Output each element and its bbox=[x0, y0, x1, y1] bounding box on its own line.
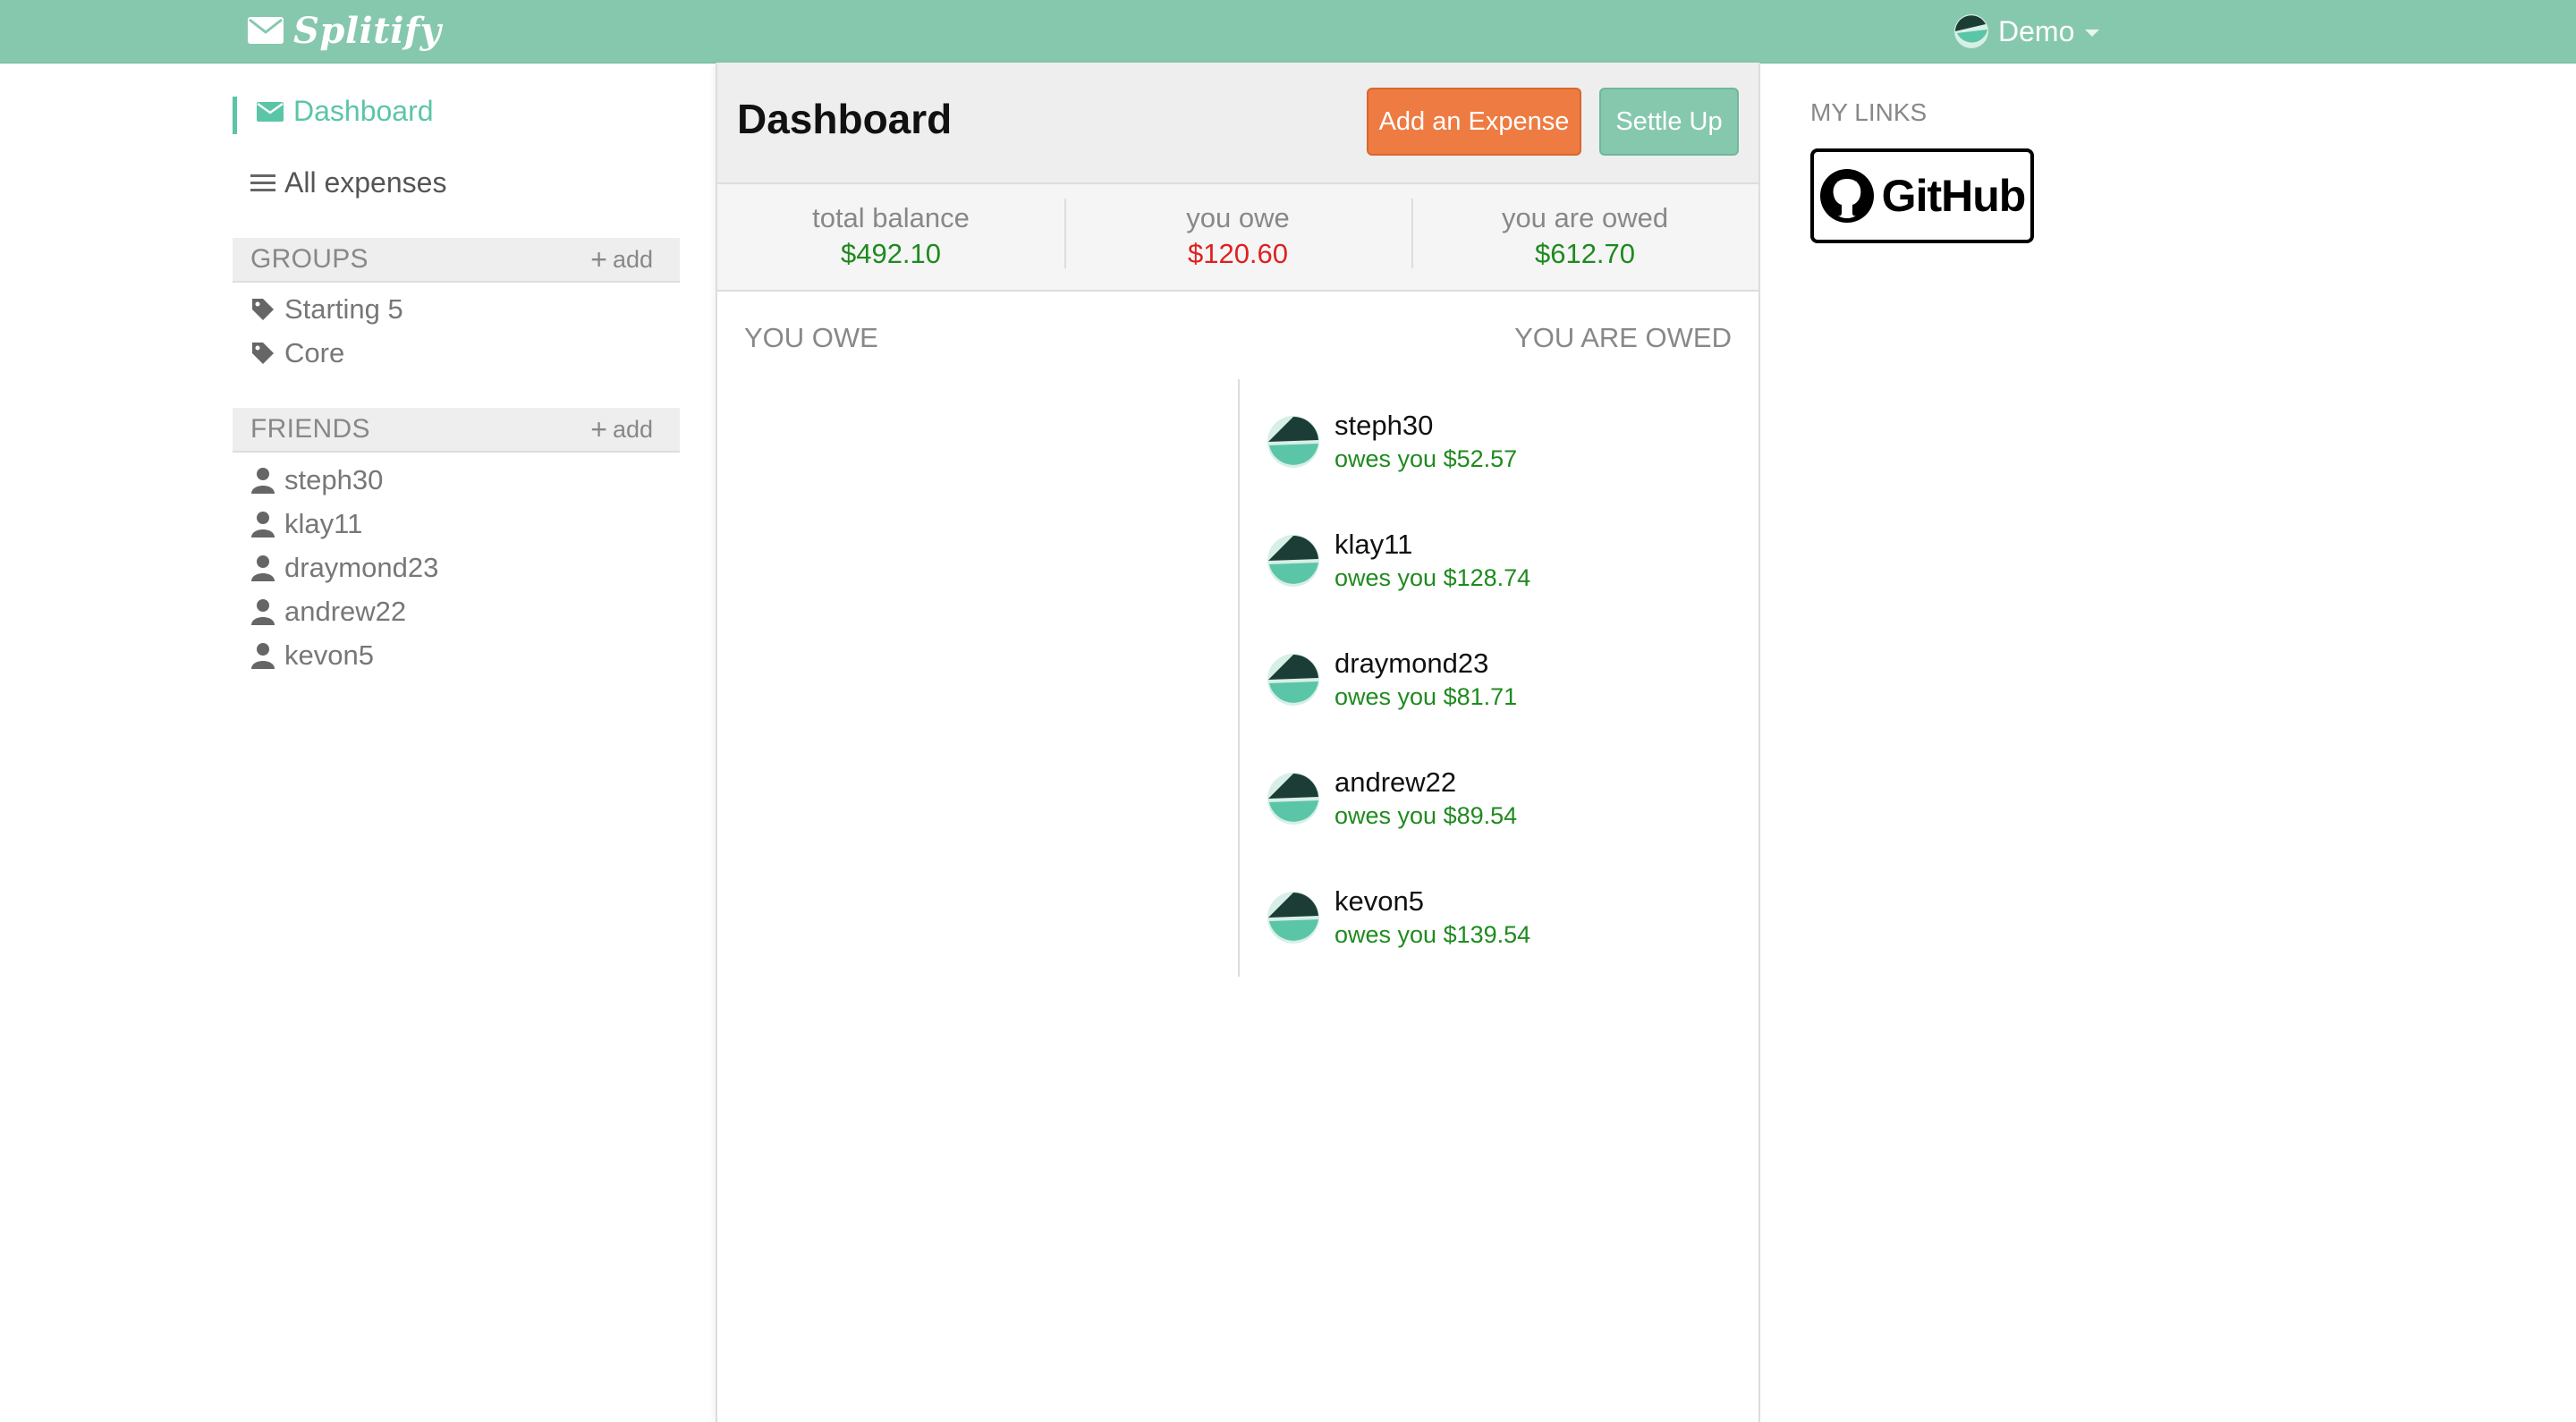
owed-friend-row[interactable]: draymond23 owes you $81.71 bbox=[1267, 648, 1517, 711]
friends-section-header: FRIENDS + add bbox=[233, 408, 680, 453]
owed-amount: owes you $81.71 bbox=[1335, 683, 1518, 710]
user-icon bbox=[251, 555, 275, 581]
you-are-owed-heading: YOU ARE OWED bbox=[1514, 322, 1732, 353]
owed-friend-row[interactable]: andrew22 owes you $89.54 bbox=[1267, 766, 1517, 830]
owed-friend-row[interactable]: klay11 owes you $128.74 bbox=[1267, 529, 1530, 592]
column-divider bbox=[1238, 379, 1240, 977]
friend-label: andrew22 bbox=[284, 596, 407, 627]
groups-section-header: GROUPS + add bbox=[233, 238, 680, 283]
github-icon bbox=[1819, 169, 1874, 223]
top-navbar: Splitify Demo bbox=[0, 0, 2576, 63]
sidebar-item-label: Dashboard bbox=[293, 95, 434, 127]
avatar-icon bbox=[1267, 415, 1319, 468]
user-name: Demo bbox=[1998, 14, 2075, 47]
plus-icon: + bbox=[590, 413, 607, 445]
tag-icon bbox=[252, 299, 274, 320]
owed-amount: owes you $139.54 bbox=[1335, 921, 1531, 948]
sidebar-friend-item[interactable]: steph30 bbox=[250, 464, 383, 496]
balance-label: you owe bbox=[1186, 202, 1290, 233]
total-balance: total balance $492.10 bbox=[717, 184, 1064, 290]
avatar-icon bbox=[1267, 772, 1319, 825]
owed-amount: owes you $89.54 bbox=[1335, 802, 1518, 829]
envelope-icon bbox=[257, 101, 284, 122]
friend-label: kevon5 bbox=[284, 639, 374, 671]
balance-value: $612.70 bbox=[1534, 238, 1636, 269]
active-indicator bbox=[233, 97, 237, 134]
plus-icon: + bbox=[590, 243, 607, 275]
you-are-owed-balance: you are owed $612.70 bbox=[1411, 184, 1758, 290]
friend-label: klay11 bbox=[284, 508, 363, 539]
you-owe-heading: YOU OWE bbox=[744, 322, 878, 353]
user-icon bbox=[251, 599, 275, 625]
friend-name: andrew22 bbox=[1335, 766, 1457, 798]
main-panel: Dashboard Add an Expense Settle Up total… bbox=[716, 63, 1760, 1422]
settle-up-button[interactable]: Settle Up bbox=[1599, 88, 1739, 156]
balance-label: total balance bbox=[812, 202, 970, 233]
github-label: GitHub bbox=[1881, 171, 2027, 221]
group-label: Starting 5 bbox=[284, 293, 403, 325]
groups-title: GROUPS bbox=[250, 244, 369, 274]
brand-name: Splitify bbox=[293, 9, 442, 52]
sidebar-friend-item[interactable]: andrew22 bbox=[250, 596, 406, 628]
add-label: add bbox=[612, 245, 653, 273]
caret-down-icon bbox=[2085, 30, 2100, 37]
balance-label: you are owed bbox=[1501, 202, 1669, 233]
owed-friend-row[interactable]: kevon5 owes you $139.54 bbox=[1267, 885, 1530, 949]
avatar-icon bbox=[1267, 653, 1319, 706]
friends-title: FRIENDS bbox=[250, 414, 370, 444]
friend-name: klay11 bbox=[1335, 529, 1413, 560]
sidebar-friend-item[interactable]: kevon5 bbox=[250, 639, 374, 672]
balance-value: $492.10 bbox=[840, 238, 942, 269]
github-link[interactable]: GitHub bbox=[1810, 148, 2034, 243]
tag-icon bbox=[252, 343, 274, 364]
sidebar-group-item[interactable]: Core bbox=[250, 337, 344, 369]
sidebar-friend-item[interactable]: klay11 bbox=[250, 508, 362, 540]
user-icon bbox=[251, 468, 275, 494]
owed-friend-row[interactable]: steph30 owes you $52.57 bbox=[1267, 410, 1517, 473]
page-title: Dashboard bbox=[737, 96, 953, 142]
sidebar-item-all-expenses[interactable]: All expenses bbox=[250, 166, 446, 199]
owed-amount: owes you $52.57 bbox=[1335, 445, 1518, 472]
friend-name: steph30 bbox=[1335, 410, 1434, 441]
dashboard-header: Dashboard Add an Expense Settle Up bbox=[717, 63, 1758, 184]
add-label: add bbox=[612, 415, 653, 443]
avatar-icon bbox=[1954, 14, 1988, 48]
add-friend-button[interactable]: + add bbox=[590, 415, 653, 444]
user-icon bbox=[251, 643, 275, 669]
you-owe-balance: you owe $120.60 bbox=[1064, 184, 1411, 290]
friend-name: kevon5 bbox=[1335, 885, 1424, 917]
balance-summary: total balance $492.10 you owe $120.60 yo… bbox=[717, 184, 1758, 292]
group-label: Core bbox=[284, 337, 345, 368]
my-links-title: MY LINKS bbox=[1810, 98, 1928, 126]
friend-label: steph30 bbox=[284, 464, 384, 495]
friend-name: draymond23 bbox=[1335, 648, 1489, 679]
sidebar-group-item[interactable]: Starting 5 bbox=[250, 293, 403, 326]
avatar-icon bbox=[1267, 534, 1319, 587]
add-group-button[interactable]: + add bbox=[590, 245, 653, 274]
list-icon bbox=[250, 174, 275, 191]
user-menu-dropdown[interactable]: Demo bbox=[1953, 11, 2100, 52]
sidebar-item-label: All expenses bbox=[284, 166, 447, 199]
avatar-icon bbox=[1267, 891, 1319, 944]
sidebar-friend-item[interactable]: draymond23 bbox=[250, 552, 438, 584]
sidebar-item-dashboard[interactable]: Dashboard bbox=[256, 95, 434, 128]
envelope-icon bbox=[248, 17, 284, 44]
brand-logo[interactable]: Splitify bbox=[247, 7, 441, 54]
owed-amount: owes you $128.74 bbox=[1335, 564, 1531, 591]
add-expense-button[interactable]: Add an Expense bbox=[1367, 88, 1581, 156]
user-icon bbox=[251, 512, 275, 537]
balance-value: $120.60 bbox=[1187, 238, 1289, 269]
friend-label: draymond23 bbox=[284, 552, 439, 583]
